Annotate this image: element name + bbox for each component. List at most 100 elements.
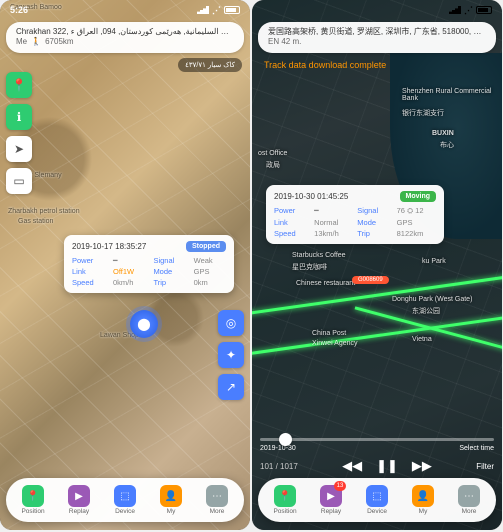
notification-badge: 13 bbox=[334, 481, 346, 491]
address-text: 爱国路高架桥, 黄贝街道, 罗湖区, 深圳市, 广东省, 518000, 中国 … bbox=[268, 27, 486, 37]
nav-my[interactable]: 👤My bbox=[148, 485, 194, 515]
nav-my[interactable]: 👤My bbox=[400, 485, 446, 515]
nav-replay[interactable]: ▶13Replay bbox=[308, 485, 354, 515]
link-label: Link bbox=[274, 218, 308, 227]
mode-value: GPS bbox=[194, 267, 226, 276]
info-button[interactable]: ℹ bbox=[6, 104, 32, 130]
timeline-select[interactable]: Select time bbox=[459, 445, 494, 452]
signal-icon bbox=[449, 6, 461, 14]
layers-icon: ▭ bbox=[13, 174, 24, 188]
poi-label: Shenzhen Rural Commercial Bank bbox=[402, 88, 502, 102]
nav-more[interactable]: ⋯More bbox=[194, 485, 240, 515]
poi-label: Gas station bbox=[18, 218, 53, 225]
signal-icon bbox=[197, 6, 209, 14]
poi-label: Vietna bbox=[412, 336, 432, 343]
nav-position[interactable]: 📍Position bbox=[10, 485, 56, 515]
info-icon: ℹ bbox=[17, 110, 22, 124]
nav-label: Replay bbox=[69, 508, 89, 515]
wifi-icon: ⋰ bbox=[464, 5, 473, 16]
poi-label: Starbucks Coffee bbox=[292, 252, 346, 259]
device-info-card[interactable]: 2019-10-17 18:35:27 Stopped Power━ Signa… bbox=[64, 235, 234, 293]
rewind-button[interactable]: ◀◀ bbox=[342, 458, 362, 474]
link-value: Off1W bbox=[113, 267, 147, 276]
filter-button[interactable]: Filter bbox=[476, 462, 494, 471]
phone-right: ⋰ 爱国路高架桥, 黄贝街道, 罗湖区, 深圳市, 广东省, 518000, 中… bbox=[252, 0, 502, 530]
status-badge: Stopped bbox=[186, 241, 226, 252]
forward-button[interactable]: ▶▶ bbox=[412, 458, 432, 474]
signal-label: Signal bbox=[357, 206, 390, 216]
center-button[interactable]: ◎ bbox=[218, 310, 244, 336]
nav-more[interactable]: ⋯More bbox=[446, 485, 492, 515]
slider-thumb[interactable] bbox=[279, 433, 292, 446]
timeline-date: 2019-10-30 bbox=[260, 445, 296, 452]
address-line2: EN 42 m. bbox=[268, 37, 486, 47]
battery-icon bbox=[224, 6, 240, 14]
locate-icon: ↗ bbox=[226, 380, 236, 394]
trip-label: Trip bbox=[153, 278, 187, 287]
distance-value: 6705km bbox=[45, 37, 73, 47]
nav-replay[interactable]: ▶Replay bbox=[56, 485, 102, 515]
nav-device[interactable]: ⬚Device bbox=[102, 485, 148, 515]
card-timestamp: 2019-10-30 01:45:25 bbox=[274, 192, 348, 201]
position-icon: 📍 bbox=[274, 485, 296, 507]
link-label: Link bbox=[72, 267, 107, 276]
target-icon: ◎ bbox=[226, 316, 236, 330]
arrow-icon: ➤ bbox=[14, 142, 24, 156]
speed-value: 0km/h bbox=[113, 278, 147, 287]
device-name-chip[interactable]: کاک سیار ٤٣٧/٧١ bbox=[178, 58, 242, 72]
download-complete-banner: Track data download complete bbox=[258, 58, 496, 72]
slider-track[interactable] bbox=[260, 438, 494, 441]
more-icon: ⋯ bbox=[458, 485, 480, 507]
device-marker[interactable]: ⬤ bbox=[130, 310, 158, 338]
poi-label: Xinwei Agency bbox=[312, 340, 358, 347]
poi-label: Zharbakh petrol station bbox=[8, 208, 80, 215]
my-icon: 👤 bbox=[412, 485, 434, 507]
nav-arrow-button[interactable]: ➤ bbox=[6, 136, 32, 162]
nav-device[interactable]: ⬚Device bbox=[354, 485, 400, 515]
nav-position[interactable]: 📍Position bbox=[262, 485, 308, 515]
status-time: 5:26 bbox=[10, 5, 28, 15]
poi-label: China Post bbox=[312, 330, 346, 337]
left-side-buttons: 📍 ℹ ➤ ▭ bbox=[6, 72, 32, 194]
nav-label: My bbox=[419, 508, 428, 515]
status-bar: ⋰ bbox=[252, 0, 502, 20]
replay-icon: ▶13 bbox=[320, 485, 342, 507]
device-icon: ⬚ bbox=[114, 485, 136, 507]
me-label: Me bbox=[16, 37, 27, 47]
status-badge: Moving bbox=[400, 191, 437, 202]
trip-label: Trip bbox=[357, 229, 390, 238]
poi-label: 星巴克咖啡 bbox=[292, 262, 327, 272]
address-distance-row: Me 🚶 6705km bbox=[16, 37, 234, 47]
compass-button[interactable]: ✦ bbox=[218, 342, 244, 368]
pause-button[interactable]: ❚❚ bbox=[376, 458, 398, 474]
signal-value: 76 ⛭ 12 bbox=[397, 206, 436, 216]
speed-label: Speed bbox=[274, 229, 308, 238]
district-label: BUXIN bbox=[432, 130, 454, 137]
nav-label: My bbox=[167, 508, 176, 515]
nav-label: Replay bbox=[321, 508, 341, 515]
district-label-cn: 布心 bbox=[440, 140, 454, 150]
poi-label: Chinese restaurant bbox=[296, 280, 355, 287]
trip-value: 0km bbox=[194, 278, 226, 287]
poi-label: Donghu Park (West Gate) bbox=[392, 296, 472, 303]
locate-button[interactable]: 📍 bbox=[6, 72, 32, 98]
timeline-slider[interactable]: 2019-10-30 Select time bbox=[260, 438, 494, 452]
poi-label: ku Park bbox=[422, 258, 446, 265]
device-info-card[interactable]: 2019-10-30 01:45:25 Moving Power━ Signal… bbox=[266, 185, 444, 244]
trip-value: 8122km bbox=[397, 229, 436, 238]
poi-label: 政局 bbox=[266, 160, 280, 170]
power-value: ━ bbox=[113, 256, 147, 265]
position-icon: 📍 bbox=[22, 485, 44, 507]
map-controls: ◎ ✦ ↗ bbox=[218, 310, 244, 400]
mode-value: GPS bbox=[397, 218, 436, 227]
link-value: Normal bbox=[314, 218, 351, 227]
status-icons: ⋰ bbox=[449, 5, 492, 16]
layers-button[interactable]: ▭ bbox=[6, 168, 32, 194]
replay-icon: ▶ bbox=[68, 485, 90, 507]
phone-left: 5:26 ⋰ Chrakhan 322, السليمانية, هەرێمی … bbox=[0, 0, 250, 530]
nav-label: Device bbox=[115, 508, 135, 515]
address-pill[interactable]: Chrakhan 322, السليمانية, هەرێمی کوردستا… bbox=[6, 22, 244, 53]
locate-me-button[interactable]: ↗ bbox=[218, 374, 244, 400]
address-pill[interactable]: 爱国路高架桥, 黄贝街道, 罗湖区, 深圳市, 广东省, 518000, 中国 … bbox=[258, 22, 496, 53]
wifi-icon: ⋰ bbox=[212, 5, 221, 16]
